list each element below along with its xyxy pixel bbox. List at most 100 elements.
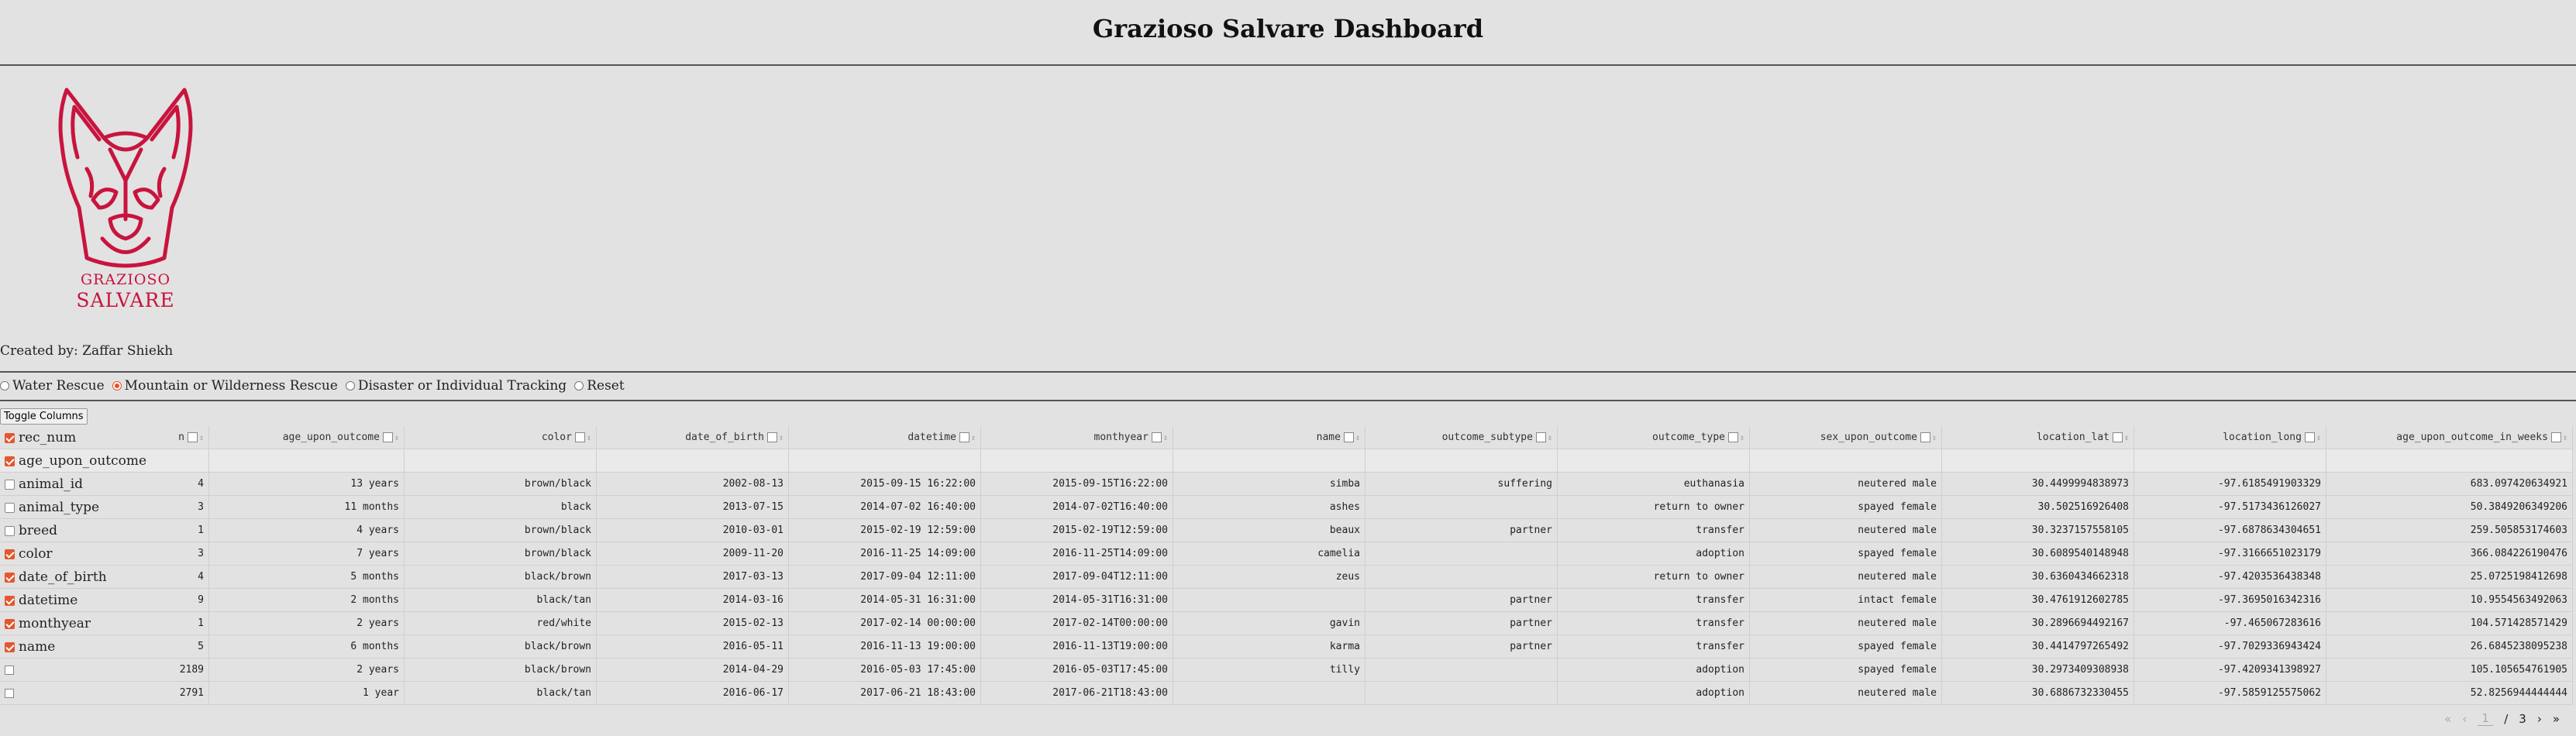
checkbox-checked-icon[interactable] bbox=[5, 432, 15, 443]
column-select-checkbox-icon[interactable] bbox=[1920, 432, 1930, 442]
column-toggle-item[interactable]: rec_num bbox=[0, 426, 205, 449]
radio-button-icon[interactable] bbox=[574, 381, 584, 390]
column-header[interactable]: age_upon_outcome ⇕ bbox=[209, 426, 405, 449]
checkbox-checked-icon[interactable] bbox=[5, 595, 15, 606]
table-cell: 2016-05-03T17:45:00 bbox=[981, 659, 1173, 682]
table-cell: 30.6360434662318 bbox=[1942, 566, 2134, 589]
checkbox-checked-icon[interactable] bbox=[5, 549, 15, 559]
checkbox-icon[interactable] bbox=[5, 525, 15, 536]
sort-icon[interactable]: ⇕ bbox=[971, 427, 976, 449]
checkbox-checked-icon[interactable] bbox=[5, 456, 15, 466]
next-page-icon[interactable]: › bbox=[2537, 712, 2542, 726]
column-filter-input[interactable] bbox=[2134, 449, 2326, 473]
column-filter-input[interactable] bbox=[1558, 449, 1750, 473]
table-cell: 2016-05-11 bbox=[597, 635, 789, 659]
table-cell: 2016-11-13 19:00:00 bbox=[789, 635, 981, 659]
checkbox-checked-icon[interactable] bbox=[5, 618, 15, 629]
last-page-icon[interactable]: » bbox=[2553, 712, 2560, 726]
radio-mountain-rescue[interactable]: Mountain or Wilderness Rescue bbox=[112, 378, 338, 394]
table-cell: 30.4499994838973 bbox=[1942, 473, 2134, 496]
column-toggle-item[interactable]: monthyear bbox=[0, 612, 205, 635]
column-select-checkbox-icon[interactable] bbox=[1727, 432, 1738, 442]
sort-icon[interactable]: ⇕ bbox=[394, 427, 399, 449]
column-filter-input[interactable] bbox=[981, 449, 1173, 473]
sort-icon[interactable]: ⇕ bbox=[779, 427, 783, 449]
column-filter-input[interactable] bbox=[1173, 449, 1365, 473]
column-toggle-item[interactable]: breed bbox=[0, 519, 205, 542]
column-header[interactable]: date_of_birth ⇕ bbox=[597, 426, 789, 449]
table-cell: tilly bbox=[1173, 659, 1365, 682]
sort-icon[interactable]: ⇕ bbox=[2124, 427, 2129, 449]
column-toggle-label: color bbox=[19, 546, 53, 562]
column-header[interactable]: outcome_subtype ⇕ bbox=[1365, 426, 1558, 449]
column-toggle-item[interactable]: date_of_birth bbox=[0, 566, 205, 589]
table-cell: neutered male bbox=[1750, 519, 1942, 542]
column-toggle-item[interactable]: animal_type bbox=[0, 496, 205, 519]
column-filter-input[interactable] bbox=[789, 449, 981, 473]
radio-reset[interactable]: Reset bbox=[574, 378, 625, 394]
sort-icon[interactable]: ⇕ bbox=[1932, 427, 1937, 449]
column-header[interactable]: age_upon_outcome_in_weeks ⇕ bbox=[2326, 426, 2573, 449]
sort-icon[interactable]: ⇕ bbox=[587, 427, 591, 449]
column-header[interactable]: datetime ⇕ bbox=[789, 426, 981, 449]
prev-page-icon[interactable]: ‹ bbox=[2462, 712, 2467, 726]
checkbox-checked-icon[interactable] bbox=[5, 641, 15, 652]
column-toggle-item[interactable]: color bbox=[0, 542, 205, 566]
column-toggle-item[interactable]: age_upon_outcome bbox=[0, 449, 205, 473]
table-row: 3 11 months black 2013-07-15 2014-07-02 16:4… bbox=[0, 496, 2573, 519]
column-header[interactable]: outcome_type ⇕ bbox=[1558, 426, 1750, 449]
column-filter-input[interactable] bbox=[1942, 449, 2134, 473]
column-select-checkbox-icon[interactable] bbox=[1535, 432, 1546, 442]
column-toggle-item[interactable]: datetime bbox=[0, 589, 205, 612]
sort-icon[interactable]: ⇕ bbox=[1740, 427, 1744, 449]
column-select-checkbox-icon[interactable] bbox=[2112, 432, 2123, 442]
sort-icon[interactable]: ⇕ bbox=[1548, 427, 1552, 449]
checkbox-icon[interactable] bbox=[5, 479, 15, 490]
column-filter-input[interactable] bbox=[405, 449, 597, 473]
column-filter-input[interactable] bbox=[1365, 449, 1558, 473]
column-filter-input[interactable] bbox=[209, 449, 405, 473]
sort-icon[interactable]: ⇕ bbox=[2316, 427, 2321, 449]
column-select-checkbox-icon[interactable] bbox=[2550, 432, 2561, 442]
column-select-checkbox-icon[interactable] bbox=[1343, 432, 1354, 442]
checkbox-checked-icon[interactable] bbox=[5, 572, 15, 583]
column-toggle-item[interactable]: animal_id bbox=[0, 473, 205, 496]
logo-text-grazioso: GRAZIOSO bbox=[80, 271, 171, 288]
column-header[interactable]: name ⇕ bbox=[1173, 426, 1365, 449]
table-cell: red/white bbox=[405, 612, 597, 635]
table-cell: 2016-11-25 14:09:00 bbox=[789, 542, 981, 566]
table-cell: 2017-06-21 18:43:00 bbox=[789, 682, 981, 705]
column-filter-input[interactable] bbox=[1750, 449, 1942, 473]
column-header[interactable]: location_lat ⇕ bbox=[1942, 426, 2134, 449]
row-select-checkbox-icon[interactable] bbox=[5, 665, 14, 675]
radio-button-icon[interactable] bbox=[0, 381, 9, 390]
column-select-checkbox-icon[interactable] bbox=[959, 432, 969, 442]
toggle-columns-button[interactable]: Toggle Columns bbox=[0, 408, 88, 425]
column-filter-input[interactable] bbox=[597, 449, 789, 473]
row-select-checkbox-icon[interactable] bbox=[5, 689, 14, 698]
radio-disaster-tracking[interactable]: Disaster or Individual Tracking bbox=[345, 378, 567, 394]
column-header[interactable]: sex_upon_outcome ⇕ bbox=[1750, 426, 1942, 449]
checkbox-icon[interactable] bbox=[5, 502, 15, 513]
column-header[interactable]: location_long ⇕ bbox=[2134, 426, 2326, 449]
radio-button-selected-icon[interactable] bbox=[112, 381, 122, 390]
radio-water-rescue[interactable]: Water Rescue bbox=[0, 378, 105, 394]
column-header[interactable]: color ⇕ bbox=[405, 426, 597, 449]
column-select-checkbox-icon[interactable] bbox=[2304, 432, 2315, 442]
column-toggle-item[interactable]: name bbox=[0, 635, 205, 659]
column-select-checkbox-icon[interactable] bbox=[766, 432, 777, 442]
current-page-input[interactable]: 1 bbox=[2478, 711, 2494, 726]
column-filter-input[interactable] bbox=[2326, 449, 2573, 473]
column-select-checkbox-icon[interactable] bbox=[1151, 432, 1162, 442]
column-select-checkbox-icon[interactable] bbox=[574, 432, 585, 442]
column-header-label: color bbox=[541, 432, 572, 443]
sort-icon[interactable]: ⇕ bbox=[1355, 427, 1360, 449]
column-header[interactable]: monthyear ⇕ bbox=[981, 426, 1173, 449]
radio-button-icon[interactable] bbox=[345, 381, 355, 390]
sort-icon[interactable]: ⇕ bbox=[1163, 427, 1168, 449]
column-header-label: datetime bbox=[907, 432, 956, 443]
column-select-checkbox-icon[interactable] bbox=[382, 432, 393, 442]
table-cell: 25.0725198412698 bbox=[2326, 566, 2573, 589]
sort-icon[interactable]: ⇕ bbox=[2563, 427, 2567, 449]
first-page-icon[interactable]: « bbox=[2444, 712, 2451, 726]
